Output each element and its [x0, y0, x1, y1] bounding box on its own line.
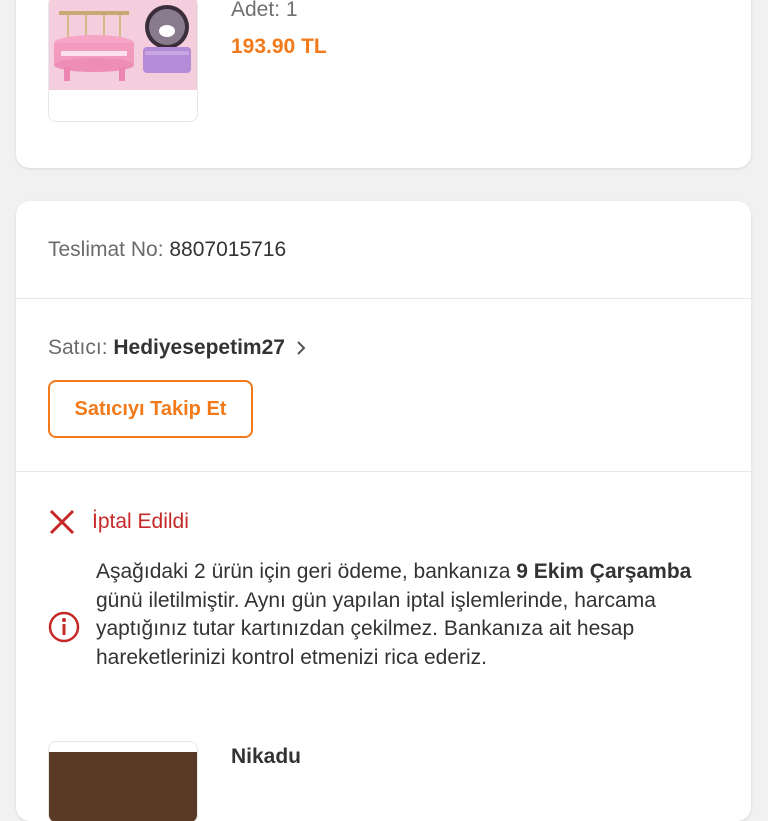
divider	[16, 471, 751, 472]
quantity-text: Adet: 1	[231, 0, 298, 21]
order-item-card: Adet: 1 193.90 TL	[16, 0, 751, 168]
refund-date: 9 Ekim Çarşamba	[516, 560, 692, 583]
seller-label: Satıcı:	[48, 336, 108, 359]
product-image	[49, 752, 197, 821]
refund-notice-text: Aşağıdaki 2 ürün için geri ödeme, bankan…	[96, 558, 706, 672]
product-thumbnail[interactable]	[48, 0, 198, 122]
delivery-number-row: Teslimat No: 8807015716	[48, 238, 286, 262]
delivery-number-value: 8807015716	[169, 238, 287, 261]
music-box-product-image	[49, 0, 197, 90]
seller-name-link[interactable]: Hediyesepetim27	[113, 336, 285, 360]
chevron-right-icon[interactable]	[291, 338, 311, 358]
product-thumbnail[interactable]	[48, 741, 198, 821]
item-price: 193.90 TL	[231, 35, 327, 58]
refund-notice-part1: Aşağıdaki 2 ürün için geri ödeme, bankan…	[96, 560, 517, 583]
cancel-status-row: İptal Edildi	[48, 508, 189, 536]
refund-notice-part2: günü iletilmiştir. Aynı gün yapılan ipta…	[96, 588, 656, 669]
divider	[16, 298, 751, 299]
product-brand: Nikadu	[231, 745, 302, 768]
delivery-card: Teslimat No: 8807015716 Satıcı: Hediyese…	[16, 201, 751, 821]
seller-row[interactable]: Satıcı: Hediyesepetim27	[48, 336, 311, 360]
info-circle-icon	[48, 611, 80, 643]
close-x-icon	[49, 509, 75, 535]
cancel-status-text: İptal Edildi	[92, 510, 189, 533]
follow-seller-button[interactable]: Satıcıyı Takip Et	[48, 380, 253, 438]
delivery-number-label: Teslimat No:	[48, 238, 164, 261]
